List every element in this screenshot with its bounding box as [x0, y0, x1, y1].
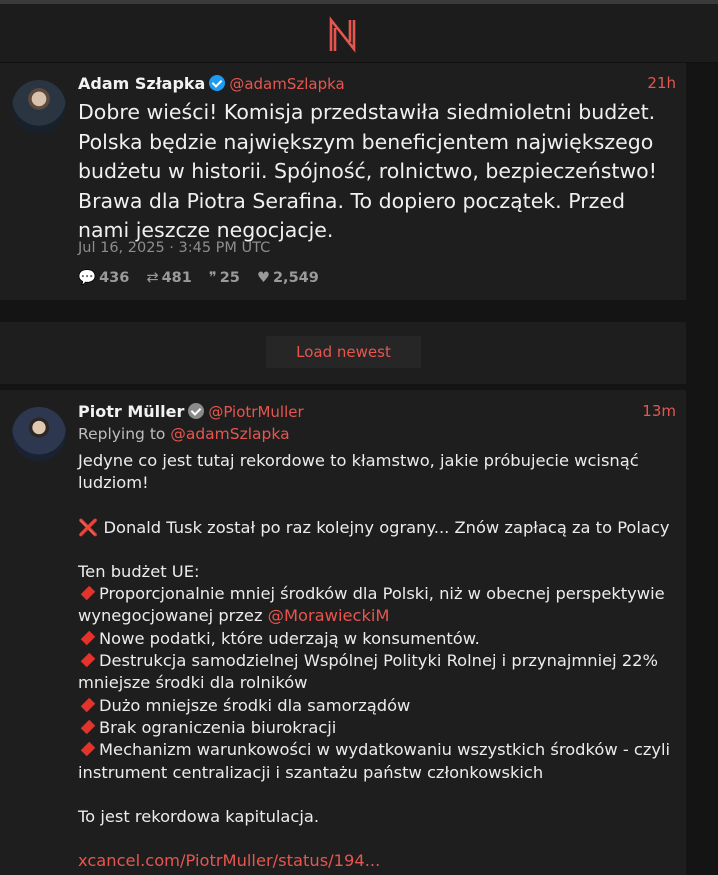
- author-line: Piotr Müller @PiotrMuller: [78, 402, 304, 421]
- red-diamond-icon: [80, 719, 96, 735]
- retweet-stat[interactable]: ⇄ 481: [146, 270, 191, 286]
- reply-count: 436: [99, 270, 130, 286]
- bullet-text: Nowe podatki, które uderzają w konsument…: [99, 628, 480, 648]
- cross-mark-icon: ❌: [78, 517, 99, 537]
- text-span: Donald Tusk został po raz kolejny ograny…: [103, 517, 670, 537]
- replying-prefix: Replying to: [78, 425, 166, 443]
- load-newest-button[interactable]: Load newest: [266, 336, 421, 368]
- text-line: To jest rekordowa kapitulacja.: [78, 806, 320, 826]
- status-link[interactable]: xcancel.com/PiotrMuller/status/194...: [78, 850, 678, 872]
- bullet-item: Brak ograniczenia biurokracji: [78, 717, 678, 739]
- red-diamond-icon: [80, 652, 96, 668]
- tweet-time[interactable]: 13m: [642, 402, 676, 420]
- reply-stat[interactable]: 💬 436: [78, 269, 129, 286]
- bullet-item: Mechanizm warunkowości w wydatkowaniu ws…: [78, 739, 678, 784]
- retweet-icon: ⇄: [146, 270, 159, 286]
- tweet-date[interactable]: Jul 16, 2025 · 3:45 PM UTC: [78, 240, 270, 256]
- tweet-stats: 💬 436 ⇄ 481 ❞ 25 ♥ 2,549: [78, 269, 331, 286]
- red-diamond-icon: [80, 697, 96, 712]
- tweet-text: Dobre wieści! Komisja przedstawiła siedm…: [78, 100, 657, 242]
- quote-stat[interactable]: ❞ 25: [209, 270, 240, 286]
- bullet-item: Destrukcja samodzielnej Wspólnej Polityk…: [78, 650, 678, 695]
- text-line: Jedyne co jest tutaj rekordowe to kłamst…: [78, 451, 639, 493]
- bullet-text: Brak ograniczenia biurokracji: [99, 717, 337, 737]
- avatar[interactable]: [12, 80, 66, 134]
- author-name[interactable]: Piotr Müller: [78, 402, 184, 421]
- tweet-time[interactable]: 21h: [647, 74, 676, 92]
- bullet-item: Proporcjonalnie mniej środków dla Polski…: [78, 583, 678, 628]
- avatar[interactable]: [12, 407, 66, 461]
- author-handle[interactable]: @PiotrMuller: [208, 403, 303, 421]
- red-diamond-icon: [80, 630, 96, 646]
- site-header: [0, 4, 718, 63]
- author-name[interactable]: Adam Szłapka: [78, 74, 205, 93]
- bullet-item: Nowe podatki, które uderzają w konsument…: [78, 628, 678, 650]
- red-diamond-icon: [80, 742, 96, 757]
- tweet-reply[interactable]: Piotr Müller @PiotrMuller 13m Replying to…: [0, 390, 686, 875]
- bullet-text: Mechanizm warunkowości w wydatkowaniu ws…: [78, 740, 671, 782]
- red-diamond-icon: [80, 585, 96, 601]
- author-line: Adam Szłapka @adamSzlapka: [78, 74, 345, 93]
- speech-bubble-icon: 💬: [78, 270, 97, 286]
- tweet-main[interactable]: Adam Szłapka @adamSzlapka 21h Dobre wieśc…: [0, 63, 686, 300]
- mention-link[interactable]: @MorawieckiM: [268, 606, 390, 625]
- load-newest-bar: Load newest: [0, 322, 686, 384]
- quote-count: 25: [219, 270, 240, 286]
- text-line: Ten budżet UE:: [78, 561, 200, 581]
- retweet-count: 481: [161, 270, 192, 286]
- bullet-text: Dużo mniejsze środki dla samorządów: [99, 695, 411, 715]
- tweet-text: Jedyne co jest tutaj rekordowe to kłamst…: [78, 450, 678, 872]
- verified-badge-icon: [209, 75, 226, 91]
- heart-icon: ♥: [256, 270, 270, 286]
- nitter-logo-icon[interactable]: [327, 16, 359, 54]
- bullet-item: Dużo mniejsze środki dla samorządów: [78, 695, 678, 717]
- quote-icon: ❞: [208, 270, 217, 286]
- like-stat[interactable]: ♥ 2,549: [257, 270, 319, 286]
- replying-to-handle[interactable]: @adamSzlapka: [170, 425, 289, 443]
- like-count: 2,549: [272, 270, 319, 286]
- bullet-text: Destrukcja samodzielnej Wspólnej Polityk…: [78, 651, 659, 693]
- text-line: ❌ Donald Tusk został po raz kolejny ogra…: [78, 517, 678, 539]
- replying-to: Replying to @adamSzlapka: [78, 425, 290, 443]
- verified-badge-icon: [188, 403, 205, 419]
- author-handle[interactable]: @adamSzlapka: [229, 75, 344, 93]
